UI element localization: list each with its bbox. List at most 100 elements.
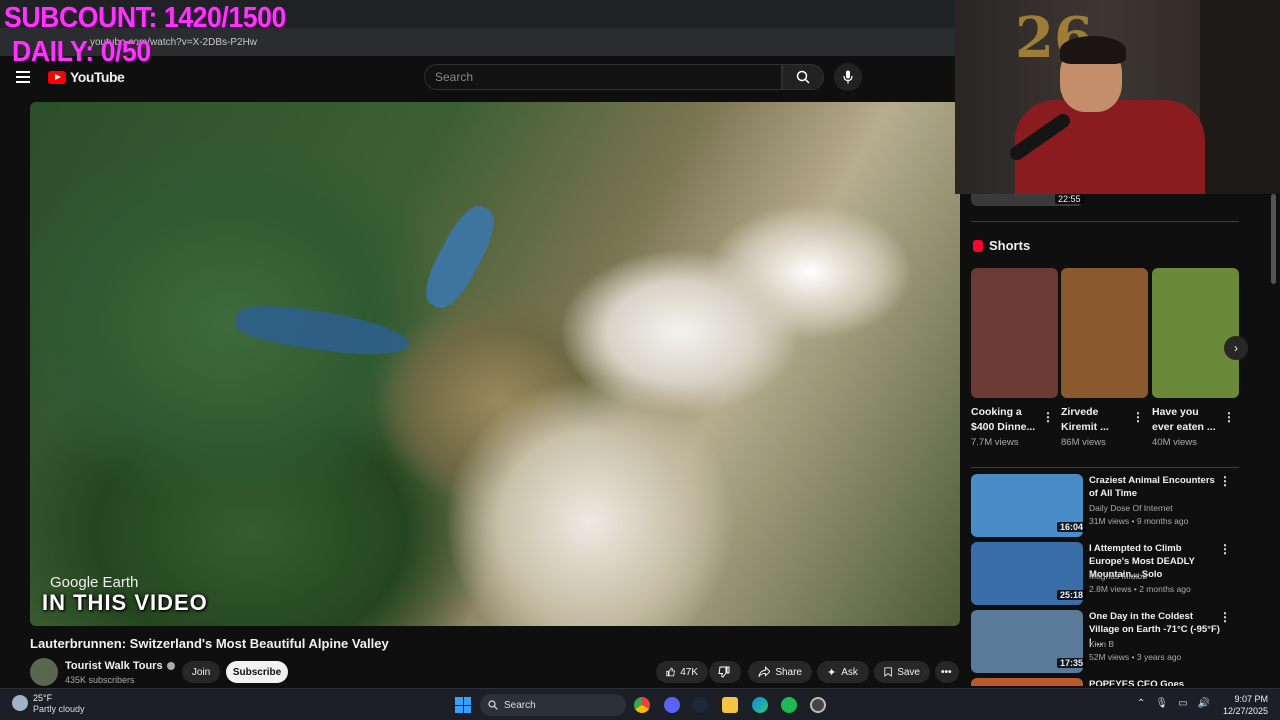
recommended-video[interactable]: 16:04 Craziest Animal Encounters of All … [971,474,1239,538]
channel-name[interactable]: Magnus Midtbø [1089,571,1148,581]
more-vert-icon[interactable]: ⋮ [1223,410,1235,424]
recommended-video[interactable]: POPEYES CEO Goes [971,678,1239,686]
search-input[interactable]: Search [424,64,782,90]
share-icon [758,666,771,677]
taskbar-search[interactable]: Search [480,694,626,716]
short-thumbnail[interactable] [1061,268,1148,398]
short-views: 40M views [1152,437,1197,448]
windows-start-icon[interactable] [455,697,471,713]
video-duration: 25:18 [1057,590,1087,600]
short-title[interactable]: Cooking a $400 Dinne... [971,405,1037,435]
save-label: Save [897,666,920,678]
more-vert-icon[interactable]: ⋮ [1219,542,1231,556]
file-explorer-icon[interactable] [722,697,738,713]
clock[interactable]: 9:07 PM 12/27/2025 [1223,693,1268,717]
sparkle-icon: ✦ [827,666,837,679]
more-vert-icon[interactable]: ⋮ [1132,410,1144,424]
more-icon: ••• [941,666,952,678]
divider [971,467,1239,468]
subscribe-button[interactable]: Subscribe [226,661,288,683]
previous-video-duration: 22:55 [1055,194,1084,204]
sidebar-scrollbar[interactable] [1271,194,1276,284]
video-overlay-caption: IN THIS VIDEO [42,590,208,615]
shorts-icon [973,239,983,252]
weather-description: Partly cloudy [33,704,85,714]
menu-icon[interactable] [16,71,30,83]
video-duration: 17:35 [1057,658,1087,668]
join-button[interactable]: Join [182,661,220,683]
partly-cloudy-icon [12,695,28,711]
edge-icon[interactable] [752,697,768,713]
short-title[interactable]: Zirvede Kiremit ... [1061,405,1127,435]
discord-icon[interactable] [664,697,680,713]
volume-icon[interactable]: 🔊 [1198,698,1210,709]
recommended-video[interactable]: 25:18 I Attempted to Climb Europe's Most… [971,542,1239,606]
short-thumbnail[interactable] [971,268,1058,398]
video-meta: 52M views • 3 years ago [1089,652,1182,662]
short-views: 7.7M views [971,437,1019,448]
video-title[interactable]: POPEYES CEO Goes [1089,678,1221,686]
short-item[interactable]: Cooking a $400 Dinne... 7.7M views ⋮ [971,268,1058,448]
video-meta: 2.8M views • 2 months ago [1089,584,1191,594]
like-button[interactable]: 47K [656,661,708,683]
video-player[interactable]: Google Earth IN THIS VIDEO [30,102,960,626]
map-lake [416,199,504,315]
obs-icon[interactable] [810,697,826,713]
youtube-logo[interactable]: YouTube [48,69,125,85]
channel-name[interactable]: Daily Dose Of Internet [1089,503,1173,513]
bookmark-icon [884,667,892,677]
more-vert-icon[interactable]: ⋮ [1219,610,1231,624]
short-item[interactable]: Have you ever eaten ... 40M views ⋮ [1152,268,1239,448]
streamer-body [1015,100,1205,194]
more-actions-button[interactable]: ••• [935,661,959,683]
voice-search-button[interactable] [834,63,862,91]
steam-icon[interactable] [692,697,708,713]
video-title[interactable]: Craziest Animal Encounters of All Time [1089,474,1221,500]
weather-widget[interactable]: 25°F Partly cloudy [12,693,85,715]
search-button[interactable] [782,64,824,90]
chevron-up-icon[interactable]: ⌃ [1137,698,1145,709]
video-meta: 31M views • 9 months ago [1089,516,1189,526]
daily-overlay: DAILY: 0/50 [12,36,151,68]
search-icon [796,70,810,84]
channel-avatar[interactable] [30,658,58,686]
map-lake [233,300,412,362]
chevron-right-icon[interactable]: › [1224,336,1248,360]
short-item[interactable]: Zirvede Kiremit ... 86M views ⋮ [1061,268,1148,448]
streamer-hair [1060,36,1126,64]
taskbar-search-label: Search [504,699,536,711]
recommendations-sidebar: 22:55 Shorts Cooking a $400 Dinne... 7.7… [960,194,1280,686]
short-title[interactable]: Have you ever eaten ... [1152,405,1218,435]
search-placeholder: Search [435,70,474,84]
video-thumbnail[interactable] [971,678,1083,686]
chrome-icon[interactable] [634,697,650,713]
more-vert-icon[interactable]: ⋮ [1219,474,1231,488]
youtube-logo-text: YouTube [70,69,125,85]
channel-name[interactable]: Tourist Walk Tours [65,660,175,672]
share-label: Share [775,666,802,678]
video-title: Lauterbrunnen: Switzerland's Most Beauti… [30,636,389,651]
like-count: 47K [680,666,698,678]
short-thumbnail[interactable] [1152,268,1239,398]
verified-icon [166,662,175,671]
screen: youtube.com/watch?v=X-2DBs-P2Hw YouTube … [0,0,1280,720]
spotify-icon[interactable] [781,697,797,713]
video-duration: 16:04 [1057,522,1087,532]
windows-taskbar: 25°F Partly cloudy Search ⌃ 🎙 ▭ 🔊 9:07 P… [0,688,1280,720]
subscriber-count: 435K subscribers [65,675,135,685]
ask-button[interactable]: ✦ Ask [817,661,869,683]
ask-label: Ask [841,666,858,678]
share-button[interactable]: Share [748,661,812,683]
more-vert-icon[interactable]: ⋮ [1042,410,1054,424]
subcount-overlay: SUBCOUNT: 1420/1500 [4,2,286,34]
weather-temperature: 25°F [33,693,53,703]
microphone-icon[interactable]: 🎙 [1155,698,1168,709]
monitor-icon[interactable]: ▭ [1178,698,1187,709]
dislike-button[interactable] [709,661,741,683]
save-button[interactable]: Save [874,661,930,683]
recommended-video[interactable]: 17:35 One Day in the Coldest Village on … [971,610,1239,674]
system-tray: ⌃ 🎙 ▭ 🔊 [1137,698,1210,709]
webcam-feed: 26 [955,0,1280,194]
short-views: 86M views [1061,437,1106,448]
channel-name[interactable]: Kiun B [1089,639,1114,649]
